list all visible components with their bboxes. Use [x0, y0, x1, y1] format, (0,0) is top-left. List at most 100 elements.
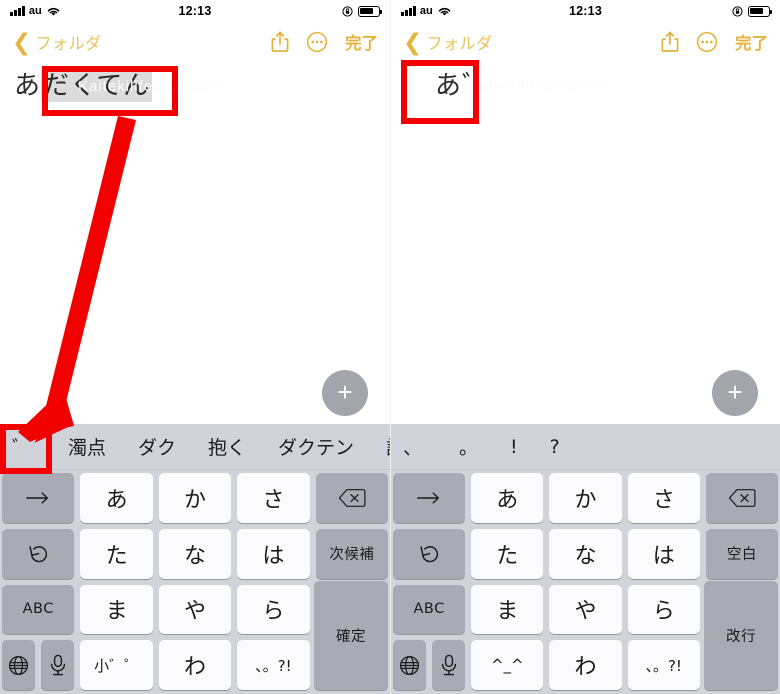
watermark-text: Kaitekilifeblog.com: [469, 78, 614, 95]
undo-icon: [29, 545, 48, 562]
key-sa[interactable]: さ: [627, 473, 700, 523]
battery-icon: [358, 5, 383, 17]
key-wa[interactable]: わ: [549, 640, 622, 690]
suggestion-item-2[interactable]: ダク: [122, 424, 192, 469]
delete-icon: [338, 488, 366, 507]
suggestion-item-0[interactable]: ゛: [0, 424, 52, 469]
key-globe[interactable]: [393, 640, 427, 690]
key-globe-mic-group: [2, 640, 75, 690]
screenshot-root: au 12:13 ❮ フォルダ 完了 Kaitekilifeblog.com あ…: [0, 0, 780, 694]
suggestion-item-3[interactable]: ?: [534, 424, 576, 469]
nav-bar-left: ❮ フォルダ 完了: [0, 22, 390, 62]
status-clock: 12:13: [178, 4, 212, 18]
back-to-folder-button[interactable]: ❮ フォルダ: [12, 30, 101, 54]
key-ma[interactable]: ま: [80, 584, 153, 635]
phone-screen-right: au 12:13 ❮ フォルダ 完了 Kaitekilifeblog.com あ…: [390, 0, 780, 694]
key-row-1: あ か さ: [393, 473, 779, 523]
keyboard-right: 、 。 ! ? あ か さ た な は 空白 ABC ま や ら ^_^ わ 、…: [391, 424, 780, 694]
suggestion-item-1[interactable]: 濁点: [52, 424, 122, 469]
key-ta[interactable]: た: [471, 528, 544, 579]
key-punctuation[interactable]: 、。?!: [627, 640, 700, 690]
globe-icon: [400, 655, 420, 675]
phone-screen-left: au 12:13 ❮ フォルダ 完了 Kaitekilifeblog.com あ…: [0, 0, 390, 694]
battery-icon: [748, 5, 773, 17]
undo-icon: [420, 545, 439, 562]
key-ya[interactable]: や: [549, 584, 622, 635]
more-ellipsis-icon[interactable]: [696, 31, 718, 53]
key-a[interactable]: あ: [471, 473, 544, 523]
key-ha[interactable]: は: [237, 528, 310, 579]
add-attachment-button[interactable]: +: [712, 370, 758, 416]
key-sa[interactable]: さ: [237, 473, 310, 523]
suggestion-bar-right: 、 。 ! ?: [391, 424, 780, 470]
key-ka[interactable]: か: [158, 473, 232, 523]
key-row-2: た な は 空白: [393, 528, 779, 579]
back-label: フォルダ: [426, 35, 493, 53]
microphone-icon: [441, 654, 456, 676]
key-abc[interactable]: ABC: [2, 584, 75, 635]
key-return[interactable]: 改行: [704, 581, 778, 690]
key-ra[interactable]: ら: [627, 584, 700, 635]
key-ka[interactable]: か: [549, 473, 622, 523]
key-globe[interactable]: [2, 640, 36, 690]
suggestion-bar-left: ゛ 濁点 ダク 抱く ダクテン 説: [0, 424, 390, 470]
key-small-dakuten[interactable]: 小゛゜: [80, 640, 153, 690]
plus-icon: +: [337, 377, 353, 407]
back-label: フォルダ: [35, 35, 102, 53]
key-undo[interactable]: [2, 528, 75, 579]
key-wa[interactable]: わ: [158, 640, 232, 690]
more-ellipsis-icon[interactable]: [306, 31, 328, 53]
done-button[interactable]: 完了: [735, 30, 768, 54]
status-bar-left: au 12:13: [0, 0, 390, 22]
done-button[interactable]: 完了: [345, 30, 378, 54]
key-space[interactable]: 空白: [705, 528, 779, 579]
suggestion-item-3[interactable]: 抱く: [192, 424, 262, 469]
key-undo[interactable]: [393, 528, 466, 579]
suggestion-item-4[interactable]: ダクテン: [262, 424, 370, 469]
plus-icon: +: [727, 377, 743, 407]
suggestion-item-1[interactable]: 。: [443, 424, 494, 469]
key-row-1: あ か さ: [2, 473, 389, 523]
key-microphone[interactable]: [432, 640, 466, 690]
key-confirm[interactable]: 確定: [314, 581, 388, 690]
globe-icon: [9, 655, 29, 675]
key-punctuation[interactable]: 、。?!: [237, 640, 310, 690]
key-ya[interactable]: や: [158, 584, 232, 635]
key-cursor-right[interactable]: [393, 473, 466, 523]
arrow-right-icon: [26, 492, 49, 504]
add-attachment-button[interactable]: +: [322, 370, 368, 416]
key-emoticon[interactable]: ^_^: [471, 640, 544, 690]
key-ra[interactable]: ら: [237, 584, 310, 635]
note-body-left[interactable]: Kaitekilifeblog.com あだくてん +: [0, 62, 390, 424]
watermark-text: Kaitekilifeblog.com: [78, 78, 223, 95]
key-na[interactable]: な: [158, 528, 232, 579]
back-to-folder-button[interactable]: ❮ フォルダ: [403, 30, 492, 54]
key-next-candidate[interactable]: 次候補: [315, 528, 389, 579]
key-delete[interactable]: [315, 473, 389, 523]
suggestion-item-0[interactable]: 、: [391, 424, 443, 469]
key-ha[interactable]: は: [627, 528, 700, 579]
nav-actions-left: 完了: [271, 30, 378, 54]
share-icon[interactable]: [661, 31, 679, 53]
key-delete[interactable]: [705, 473, 779, 523]
key-globe-mic-group: [393, 640, 466, 690]
key-a[interactable]: あ: [80, 473, 153, 523]
note-body-right[interactable]: Kaitekilifeblog.com あ゛ +: [391, 62, 780, 424]
key-abc[interactable]: ABC: [393, 584, 466, 635]
key-na[interactable]: な: [549, 528, 622, 579]
status-clock: 12:13: [569, 4, 602, 18]
share-icon[interactable]: [271, 31, 289, 53]
chevron-left-icon: ❮: [12, 28, 32, 55]
delete-icon: [728, 488, 756, 507]
status-bar-right: au 12:13: [391, 0, 780, 22]
nav-bar-right: ❮ フォルダ 完了: [391, 22, 780, 62]
keyboard-left: ゛ 濁点 ダク 抱く ダクテン 説: [0, 424, 390, 694]
suggestion-item-clipped[interactable]: 説: [370, 424, 390, 469]
arrow-right-icon: [417, 492, 440, 504]
suggestion-item-2[interactable]: !: [494, 424, 534, 469]
key-row-2: た な は 次候補: [2, 528, 389, 579]
key-ma[interactable]: ま: [471, 584, 544, 635]
key-ta[interactable]: た: [80, 528, 153, 579]
key-microphone[interactable]: [41, 640, 75, 690]
key-cursor-right[interactable]: [2, 473, 75, 523]
